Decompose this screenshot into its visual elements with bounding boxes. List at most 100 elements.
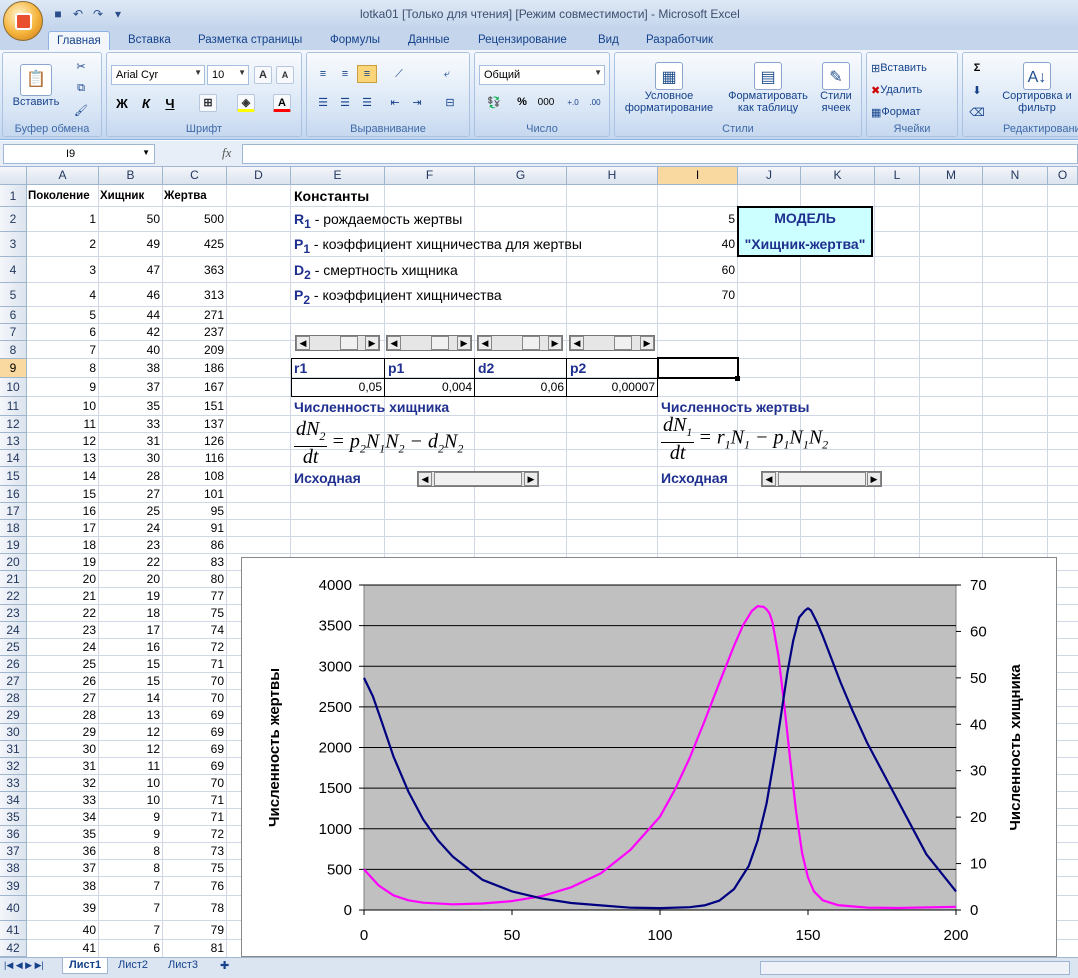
clear-icon[interactable]: ⌫ [967, 103, 987, 121]
row-header[interactable]: 40 [0, 896, 27, 921]
row-header[interactable]: 30 [0, 724, 27, 741]
font-size-select[interactable]: 10 ▼ [207, 65, 249, 85]
scroll-left-icon[interactable]: ◀ [762, 472, 776, 486]
paste-button[interactable]: 📋 Вставить [11, 57, 61, 115]
horizontal-scrollbar[interactable] [760, 961, 1070, 975]
fill-handle[interactable] [735, 376, 740, 381]
customize-qat-icon[interactable]: ▾ [110, 6, 126, 22]
row-header[interactable]: 5 [0, 283, 27, 307]
scroll-thumb[interactable] [614, 336, 632, 350]
name-box[interactable]: I9 ▼ [3, 144, 155, 164]
row-header[interactable]: 18 [0, 520, 27, 537]
delete-cells-button[interactable]: ✖ Удалить [871, 81, 922, 99]
row-header[interactable]: 28 [0, 690, 27, 707]
insert-function-button[interactable]: fx [222, 145, 231, 161]
tab-home[interactable]: Главная [48, 31, 110, 50]
column-header-h[interactable]: H [567, 167, 658, 185]
row-header[interactable]: 21 [0, 571, 27, 588]
row-header[interactable]: 23 [0, 605, 27, 622]
sheet-nav-icons[interactable]: |◀ ◀ ▶ ▶| [4, 960, 44, 971]
tab-insert[interactable]: Вставка [120, 31, 179, 50]
row-header[interactable]: 2 [0, 207, 27, 232]
column-header-j[interactable]: J [738, 167, 801, 185]
bold-button[interactable]: Ж [111, 93, 133, 113]
row-header[interactable]: 32 [0, 758, 27, 775]
scroll-thumb[interactable] [434, 472, 522, 486]
align-center-icon[interactable]: ☰ [335, 93, 355, 111]
r1-scrollbar[interactable]: ◀ ▶ [295, 335, 380, 351]
insert-sheet-icon[interactable]: ✚ [214, 958, 235, 974]
row-header[interactable]: 25 [0, 639, 27, 656]
shrink-font-icon[interactable]: A [275, 66, 295, 84]
sheet-tab-2[interactable]: Лист2 [112, 958, 154, 974]
select-all-corner[interactable] [0, 167, 27, 185]
percent-button[interactable]: % [513, 93, 531, 111]
borders-icon[interactable]: ⊞ [195, 93, 221, 113]
italic-button[interactable]: К [135, 93, 157, 113]
undo-icon[interactable]: ↶ [70, 6, 86, 22]
formula-input[interactable] [242, 144, 1078, 164]
save-icon[interactable]: ■ [50, 6, 66, 22]
wrap-text-icon[interactable]: ⤶ [437, 65, 457, 83]
row-header[interactable]: 22 [0, 588, 27, 605]
scroll-thumb[interactable] [431, 336, 449, 350]
grow-font-icon[interactable]: A [253, 66, 273, 84]
row-header[interactable]: 15 [0, 467, 27, 486]
format-as-table-button[interactable]: ▤ Форматировать как таблицу [723, 57, 813, 119]
autosum-icon[interactable]: Σ [967, 59, 987, 77]
row-header[interactable]: 7 [0, 324, 27, 341]
currency-icon[interactable]: 💱 [479, 93, 509, 111]
number-format-select[interactable]: Общий ▼ [479, 65, 605, 85]
font-name-select[interactable]: Arial Cyr ▼ [111, 65, 205, 85]
column-header-e[interactable]: E [291, 167, 385, 185]
initial-prey-scrollbar[interactable]: ◀ ▶ [761, 471, 882, 487]
cut-icon[interactable]: ✂ [71, 57, 91, 75]
tab-page-layout[interactable]: Разметка страницы [190, 31, 310, 50]
column-header-i[interactable]: I [658, 167, 738, 185]
scroll-right-icon[interactable]: ▶ [548, 336, 562, 350]
decrease-decimal-icon[interactable]: .00 [585, 93, 605, 111]
row-header[interactable]: 39 [0, 877, 27, 896]
row-header[interactable]: 26 [0, 656, 27, 673]
insert-cells-button[interactable]: ⊞ Вставить [871, 59, 927, 77]
row-header[interactable]: 42 [0, 940, 27, 957]
tab-data[interactable]: Данные [400, 31, 458, 50]
increase-decimal-icon[interactable]: +.0 [563, 93, 583, 111]
thousands-button[interactable]: 000 [533, 93, 559, 111]
tab-formulas[interactable]: Формулы [322, 31, 388, 50]
sort-filter-button[interactable]: A↓ Сортировка и фильтр [997, 57, 1077, 119]
orientation-icon[interactable]: ⟋ [385, 65, 413, 83]
column-header-b[interactable]: B [99, 167, 163, 185]
column-header-f[interactable]: F [385, 167, 475, 185]
row-header[interactable]: 20 [0, 554, 27, 571]
merge-center-icon[interactable]: ⊟ [437, 93, 463, 111]
scroll-left-icon[interactable]: ◀ [418, 472, 432, 486]
row-header[interactable]: 31 [0, 741, 27, 758]
row-header[interactable]: 34 [0, 792, 27, 809]
tab-developer[interactable]: Разработчик [638, 31, 721, 50]
row-header[interactable]: 13 [0, 433, 27, 450]
tab-view[interactable]: Вид [590, 31, 627, 50]
row-header[interactable]: 33 [0, 775, 27, 792]
row-header[interactable]: 19 [0, 537, 27, 554]
decrease-indent-icon[interactable]: ⇤ [385, 93, 405, 111]
scroll-right-icon[interactable]: ▶ [867, 472, 881, 486]
underline-button[interactable]: Ч [159, 93, 181, 113]
row-header[interactable]: 9 [0, 359, 27, 378]
align-left-icon[interactable]: ☰ [313, 93, 333, 111]
row-header[interactable]: 3 [0, 232, 27, 257]
selected-cell-i9[interactable] [657, 357, 739, 379]
scroll-left-icon[interactable]: ◀ [570, 336, 584, 350]
column-header-o[interactable]: O [1048, 167, 1078, 185]
row-header[interactable]: 4 [0, 257, 27, 283]
column-header-c[interactable]: C [163, 167, 227, 185]
scroll-right-icon[interactable]: ▶ [524, 472, 538, 486]
align-middle-icon[interactable]: ≡ [335, 65, 355, 83]
scroll-right-icon[interactable]: ▶ [640, 336, 654, 350]
scroll-left-icon[interactable]: ◀ [387, 336, 401, 350]
format-cells-button[interactable]: ▦ Формат [871, 103, 920, 121]
sheet-tab-3[interactable]: Лист3 [162, 958, 204, 974]
increase-indent-icon[interactable]: ⇥ [407, 93, 427, 111]
row-header[interactable]: 16 [0, 486, 27, 503]
row-header[interactable]: 24 [0, 622, 27, 639]
